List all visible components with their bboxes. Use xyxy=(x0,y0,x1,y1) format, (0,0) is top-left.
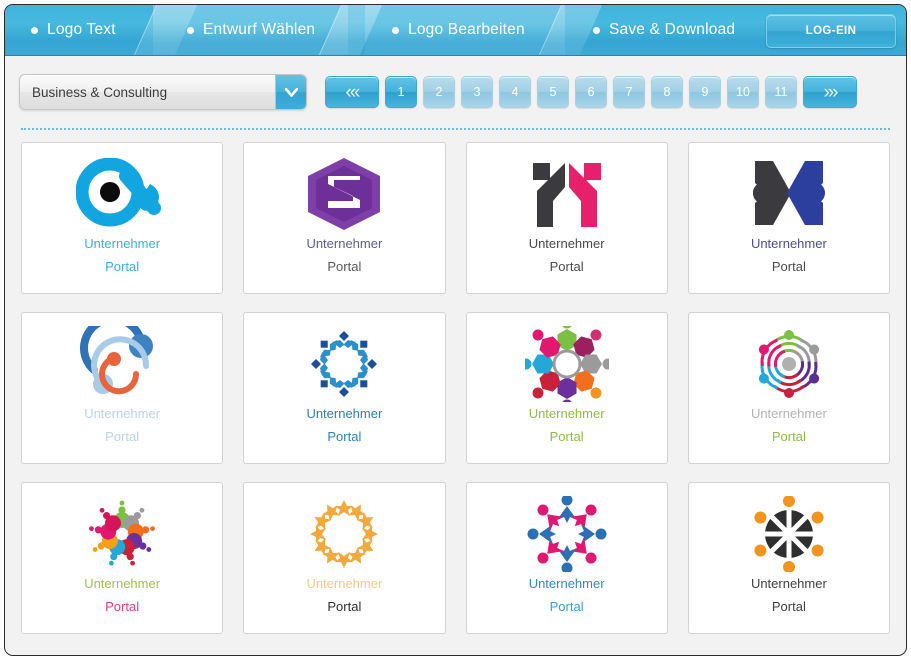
people-circle-logo xyxy=(519,495,615,573)
pagination-last-button[interactable]: ›» xyxy=(803,76,857,108)
pagination-page-1[interactable]: 1 xyxy=(385,76,417,108)
logo-text-line2: Portal xyxy=(771,598,806,614)
radial-waves-logo xyxy=(741,325,837,403)
logo-text-line1: Unternehmer xyxy=(84,236,161,251)
pagination-page-11[interactable]: 11 xyxy=(765,76,797,108)
hexagon-s-logo xyxy=(296,155,392,233)
category-select[interactable]: Business & Consulting xyxy=(19,74,307,110)
logo-card[interactable]: Unternehmer Portal xyxy=(687,312,890,464)
pagination-page-9[interactable]: 9 xyxy=(689,76,721,108)
black-wheel-logo xyxy=(741,495,837,573)
logo-text-line2: Portal xyxy=(771,258,806,274)
logo-card[interactable]: Unternehmer Portal xyxy=(243,312,446,464)
pagination: «‹ 1 2 3 4 5 6 7 8 9 10 11 ›» xyxy=(325,76,857,108)
step-label: Logo Text xyxy=(47,21,116,38)
step-save-download[interactable]: Save & Download xyxy=(593,5,735,55)
dot-icon xyxy=(187,26,194,34)
pagination-page-10[interactable]: 10 xyxy=(727,76,759,108)
logo-card[interactable]: Unternehmer Portal xyxy=(465,312,668,464)
logo-text-line1: Unternehmer xyxy=(306,236,383,251)
logo-card[interactable]: Unternehmer Portal xyxy=(21,312,224,464)
login-button-label: LOG-EIN xyxy=(805,25,857,37)
n-people-logo xyxy=(741,155,837,233)
logo-text-line2: Portal xyxy=(771,428,806,444)
logo-card[interactable]: Unternehmer Portal xyxy=(465,142,668,294)
logo-card[interactable]: Unternehmer Portal xyxy=(687,482,890,634)
page-number: 1 xyxy=(397,85,405,99)
m-letter-logo xyxy=(519,155,615,233)
logo-card[interactable]: Unternehmer Portal xyxy=(243,142,446,294)
step-logo-text[interactable]: Logo Text xyxy=(31,5,116,55)
pagination-page-7[interactable]: 7 xyxy=(613,76,645,108)
chevron-down-icon[interactable] xyxy=(275,75,306,109)
logo-text-line1: Unternehmer xyxy=(528,576,605,591)
logo-text-line1: Unternehmer xyxy=(306,576,383,591)
step-entwurf-waehlen[interactable]: Entwurf Wählen xyxy=(187,5,315,55)
page-number: 4 xyxy=(511,85,519,99)
pagination-page-3[interactable]: 3 xyxy=(461,76,493,108)
logo-results-grid: Unternehmer Portal Unternehmer Portal Un… xyxy=(5,130,906,650)
dot-icon xyxy=(392,26,399,34)
logo-text-line1: Unternehmer xyxy=(84,576,161,591)
page-number: 11 xyxy=(774,85,788,99)
section-divider xyxy=(21,128,890,130)
logo-text-line1: Unternehmer xyxy=(750,576,827,591)
category-select-value: Business & Consulting xyxy=(32,84,168,100)
login-button[interactable]: LOG-EIN xyxy=(766,14,896,48)
hexagon-ring-logo xyxy=(519,325,615,403)
dot-icon xyxy=(31,26,38,34)
step-label: Logo Bearbeiten xyxy=(408,21,525,38)
logo-text-line2: Portal xyxy=(549,258,584,274)
logo-text-line1: Unternehmer xyxy=(306,406,383,421)
logo-card[interactable]: Unternehmer Portal xyxy=(687,142,890,294)
logo-card[interactable]: Unternehmer Portal xyxy=(21,482,224,634)
double-chevron-right-icon: ›» xyxy=(823,81,839,103)
logo-text-line1: Unternehmer xyxy=(528,406,605,421)
star-ring-logo xyxy=(296,495,392,573)
app-frame: Logo Text Entwurf Wählen Logo Bearbeiten… xyxy=(4,4,907,656)
step-label: Save & Download xyxy=(609,21,736,38)
page-number: 6 xyxy=(587,85,595,99)
step-logo-bearbeiten[interactable]: Logo Bearbeiten xyxy=(392,5,525,55)
dot-icon xyxy=(593,26,600,34)
logo-text-line1: Unternehmer xyxy=(528,236,605,251)
pagination-page-6[interactable]: 6 xyxy=(575,76,607,108)
infinity-eye-logo xyxy=(74,155,170,233)
page-number: 9 xyxy=(701,85,709,99)
pagination-page-5[interactable]: 5 xyxy=(537,76,569,108)
page-number: 2 xyxy=(435,85,443,99)
step-label: Entwurf Wählen xyxy=(203,21,316,38)
double-chevron-left-icon: «‹ xyxy=(345,81,361,103)
page-number: 10 xyxy=(736,85,750,99)
logo-text-line2: Portal xyxy=(549,598,584,614)
pagination-page-8[interactable]: 8 xyxy=(651,76,683,108)
snowflake-people-logo xyxy=(296,325,392,403)
page-number: 7 xyxy=(625,85,633,99)
page-number: 8 xyxy=(663,85,671,99)
logo-text-line2: Portal xyxy=(105,598,140,614)
step-navigation-bar: Logo Text Entwurf Wählen Logo Bearbeiten… xyxy=(5,5,906,56)
logo-text-line2: Portal xyxy=(327,428,362,444)
logo-text-line1: Unternehmer xyxy=(750,406,827,421)
page-number: 3 xyxy=(473,85,481,99)
logo-text-line2: Portal xyxy=(327,598,362,614)
page-number: 5 xyxy=(549,85,557,99)
logo-text-line2: Portal xyxy=(549,428,584,444)
pagination-first-button[interactable]: «‹ xyxy=(325,76,379,108)
logo-card[interactable]: Unternehmer Portal xyxy=(465,482,668,634)
logo-maker-app: Logo Text Entwurf Wählen Logo Bearbeiten… xyxy=(0,0,911,660)
pagination-page-2[interactable]: 2 xyxy=(423,76,455,108)
logo-text-line2: Portal xyxy=(327,258,362,274)
toolbar: Business & Consulting «‹ 1 2 3 4 5 6 7 8 xyxy=(5,56,906,128)
logo-text-line1: Unternehmer xyxy=(84,406,161,421)
logo-text-line1: Unternehmer xyxy=(750,236,827,251)
logo-text-line2: Portal xyxy=(105,258,140,274)
pagination-page-4[interactable]: 4 xyxy=(499,76,531,108)
dot-burst-logo xyxy=(74,495,170,573)
step-chevron-2 xyxy=(316,5,385,55)
logo-card[interactable]: Unternehmer Portal xyxy=(243,482,446,634)
logo-text-line2: Portal xyxy=(105,428,140,444)
orbit-circles-logo xyxy=(74,325,170,403)
logo-card[interactable]: Unternehmer Portal xyxy=(21,142,224,294)
